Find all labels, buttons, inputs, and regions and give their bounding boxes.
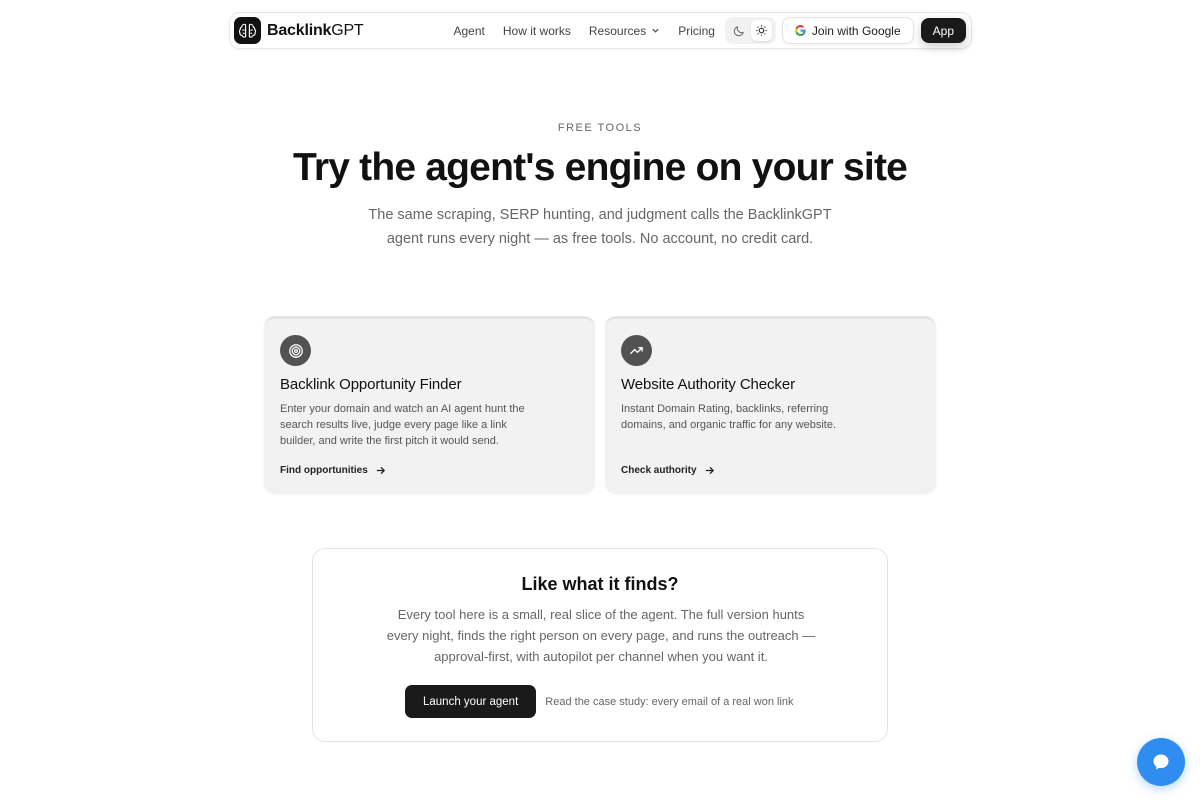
chat-bubble-icon bbox=[1153, 754, 1169, 770]
tool-card-backlink-finder[interactable]: Backlink Opportunity Finder Enter your d… bbox=[264, 316, 595, 494]
cta-text: Every tool here is a small, real slice o… bbox=[386, 607, 816, 664]
nav-links: Agent How it works Resources Pricing bbox=[454, 24, 715, 38]
sun-icon[interactable] bbox=[751, 20, 773, 41]
arrow-right-icon bbox=[375, 465, 386, 476]
app-button[interactable]: App bbox=[920, 18, 966, 43]
arrow-right-icon bbox=[704, 465, 715, 476]
chat-widget-button[interactable] bbox=[1137, 738, 1185, 786]
eyebrow-label: FREE TOOLS bbox=[557, 122, 643, 134]
brain-logo-icon bbox=[234, 17, 261, 44]
cta-title: Like what it finds? bbox=[521, 574, 679, 594]
nav-link-agent[interactable]: Agent bbox=[454, 24, 485, 38]
google-icon bbox=[794, 25, 806, 36]
card-link-label: Check authority bbox=[621, 465, 697, 476]
nav-link-resources[interactable]: Resources bbox=[589, 24, 660, 38]
page-title: Try the agent's engine on your site bbox=[292, 146, 908, 189]
nav-link-resources-label: Resources bbox=[588, 23, 647, 38]
card-title: Backlink Opportunity Finder bbox=[280, 376, 462, 393]
launch-agent-button[interactable]: Launch your agent bbox=[405, 685, 537, 718]
moon-icon[interactable] bbox=[729, 20, 750, 41]
card-description: Enter your domain and watch an AI agent … bbox=[280, 403, 525, 447]
check-authority-link[interactable]: Check authority bbox=[621, 465, 715, 476]
join-with-google-label: Join with Google bbox=[811, 23, 901, 38]
card-link-label: Find opportunities bbox=[280, 465, 368, 476]
tool-card-authority-checker[interactable]: Website Authority Checker Instant Domain… bbox=[605, 316, 936, 494]
nav-link-pricing[interactable]: Pricing bbox=[678, 24, 715, 38]
page-subtitle: The same scraping, SERP hunting, and jud… bbox=[368, 207, 832, 247]
cta-panel: Like what it finds? Every tool here is a… bbox=[312, 548, 888, 742]
target-icon bbox=[280, 335, 311, 366]
brand-home-link[interactable]: BacklinkGPT bbox=[234, 17, 364, 44]
find-opportunities-link[interactable]: Find opportunities bbox=[280, 465, 386, 476]
card-title: Website Authority Checker bbox=[621, 376, 795, 393]
cta-actions: Launch your agent Read the case study: e… bbox=[405, 685, 794, 718]
chevron-down-icon bbox=[651, 26, 660, 35]
case-study-link[interactable]: Read the case study: every email of a re… bbox=[545, 696, 793, 708]
top-navbar: BacklinkGPT Agent How it works Resources… bbox=[229, 12, 972, 49]
card-description: Instant Domain Rating, backlinks, referr… bbox=[621, 403, 837, 431]
theme-toggle bbox=[724, 17, 776, 44]
join-with-google-button[interactable]: Join with Google bbox=[781, 17, 914, 44]
trending-up-icon bbox=[621, 335, 652, 366]
nav-link-how-it-works[interactable]: How it works bbox=[503, 24, 571, 38]
brand-name: BacklinkGPT bbox=[267, 21, 364, 39]
